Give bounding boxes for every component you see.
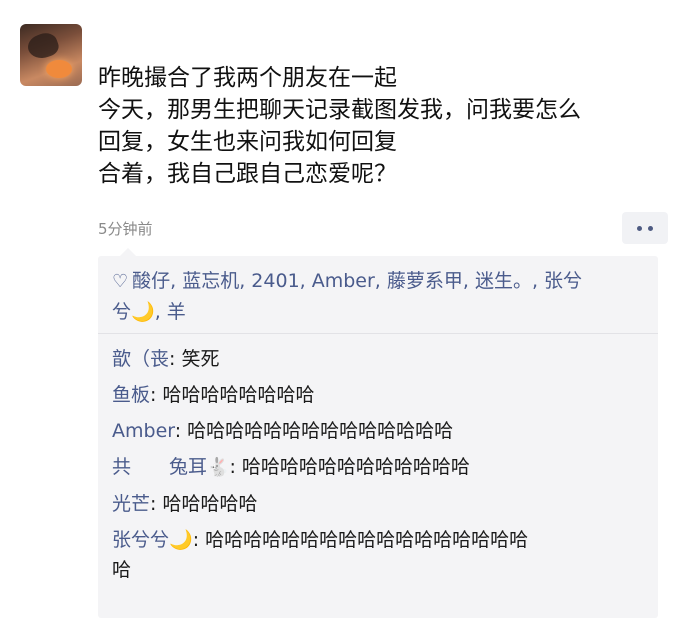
avatar[interactable] bbox=[20, 24, 82, 86]
post-line: 昨晚撮合了我两个朋友在一起 bbox=[98, 65, 397, 91]
comment-item[interactable]: 光芒: 哈哈哈哈哈 bbox=[112, 489, 644, 519]
caret-icon bbox=[120, 248, 136, 256]
dot-icon bbox=[648, 225, 653, 231]
comment-item[interactable]: 鱼板: 哈哈哈哈哈哈哈哈 bbox=[112, 380, 644, 410]
post-line: 回复，女生也来问我如何回复 bbox=[98, 129, 397, 155]
comment-item[interactable]: 歆（丧: 笑死 bbox=[112, 344, 644, 374]
comment-text: : 哈哈哈哈哈哈哈哈 bbox=[150, 384, 315, 406]
comment-text: : 笑死 bbox=[169, 348, 220, 370]
likes-list: ♡ 酸仔, 蓝忘机, 2401, Amber, 藤萝系甲, 迷生。, 张兮 兮🌙,… bbox=[98, 256, 658, 334]
avatar-shape bbox=[24, 29, 62, 63]
moon-icon: 🌙 bbox=[169, 529, 193, 551]
comment-text-continued: 哈 bbox=[112, 559, 132, 581]
comment-item[interactable]: 共 兔耳🐇: 哈哈哈哈哈哈哈哈哈哈哈哈 bbox=[112, 452, 644, 483]
comment-author[interactable]: 光芒 bbox=[112, 493, 150, 515]
moon-icon: 🌙 bbox=[131, 301, 155, 323]
comment-author[interactable]: 鱼板 bbox=[112, 384, 150, 406]
avatar-glow bbox=[46, 60, 72, 78]
comment-text: : 哈哈哈哈哈哈哈哈哈哈哈哈哈哈哈哈哈 bbox=[192, 529, 529, 551]
comment-author[interactable]: 共 兔耳 bbox=[112, 456, 207, 478]
likes-names-line2b[interactable]: , 羊 bbox=[155, 301, 186, 323]
likes-names-line1[interactable]: 酸仔, 蓝忘机, 2401, Amber, 藤萝系甲, 迷生。, 张兮 bbox=[132, 270, 582, 292]
post-timestamp: 5分钟前 bbox=[98, 220, 153, 238]
comment-list: 歆（丧: 笑死 鱼板: 哈哈哈哈哈哈哈哈 Amber: 哈哈哈哈哈哈哈哈哈哈哈哈… bbox=[98, 334, 658, 585]
comment-author[interactable]: 张兮兮 bbox=[112, 529, 169, 551]
dot-icon bbox=[637, 225, 642, 231]
post-line: 合着，我自己跟自己恋爱呢？ bbox=[98, 161, 397, 187]
more-options-button[interactable] bbox=[622, 212, 668, 244]
comment-author[interactable]: 歆（丧 bbox=[112, 348, 169, 370]
comment-author[interactable]: Amber bbox=[112, 420, 175, 442]
rabbit-icon: 🐇 bbox=[207, 457, 230, 478]
comment-text: : 哈哈哈哈哈哈哈哈哈哈哈哈 bbox=[229, 456, 470, 478]
comments-panel: ♡ 酸仔, 蓝忘机, 2401, Amber, 藤萝系甲, 迷生。, 张兮 兮🌙,… bbox=[98, 248, 658, 618]
heart-outline-icon: ♡ bbox=[112, 271, 129, 292]
comment-item[interactable]: Amber: 哈哈哈哈哈哈哈哈哈哈哈哈哈哈 bbox=[112, 416, 644, 446]
comment-item[interactable]: 张兮兮🌙: 哈哈哈哈哈哈哈哈哈哈哈哈哈哈哈哈哈 哈 bbox=[112, 525, 644, 585]
likes-names-line2a[interactable]: 兮 bbox=[112, 301, 131, 323]
post-line: 今天，那男生把聊天记录截图发我，问我要怎么 bbox=[98, 97, 581, 123]
post-content: 昨晚撮合了我两个朋友在一起 今天，那男生把聊天记录截图发我，问我要怎么 回复，女… bbox=[98, 62, 668, 190]
comment-text: : 哈哈哈哈哈 bbox=[150, 493, 258, 515]
comment-text: : 哈哈哈哈哈哈哈哈哈哈哈哈哈哈 bbox=[174, 420, 454, 442]
